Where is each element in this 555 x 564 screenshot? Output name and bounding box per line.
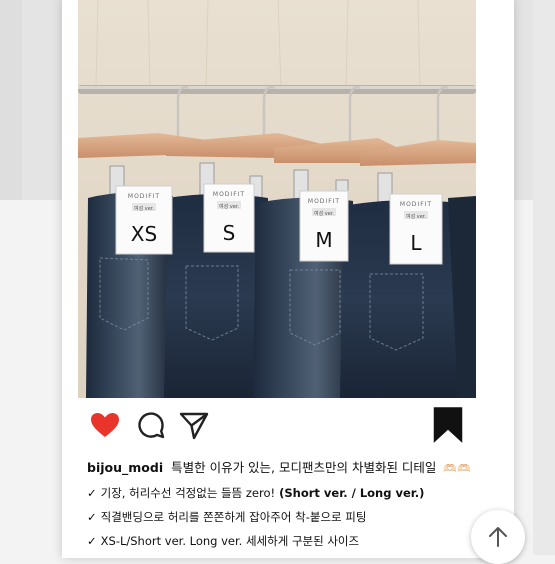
tag-brand-l: MODIFIT — [400, 201, 432, 208]
tag-variant-xs: 여성 ver. — [134, 205, 154, 212]
bookmark-icon[interactable] — [431, 406, 465, 444]
tag-size-s: S — [223, 221, 236, 245]
comment-icon[interactable] — [135, 409, 167, 441]
bullet-bold-text: (Short ver. / Long ver.) — [275, 486, 425, 500]
arrow-up-icon — [489, 527, 507, 547]
username[interactable]: bijou_modi — [87, 460, 163, 475]
bullet-line: ✓ 직결밴딩으로 허리를 쫀쫀하게 잡아주어 착-붙으로 피팅 — [87, 505, 507, 529]
scroll-top-button[interactable] — [471, 510, 525, 564]
tag-brand-s: MODIFIT — [213, 191, 245, 198]
post-card: MODIFIT 여성 ver. XS MODIFIT 여성 ver. S MOD… — [62, 0, 514, 558]
check-icon: ✓ — [87, 486, 97, 500]
tag-variant-s: 여성 ver. — [219, 203, 239, 210]
bullet-text: 직결밴딩으로 허리를 쫀쫀하게 잡아주어 착-붙으로 피팅 — [100, 510, 367, 524]
heart-icon[interactable] — [89, 409, 121, 441]
tag-brand-m: MODIFIT — [308, 198, 340, 205]
caption-emoji: 🫶🏻🫶🏻 — [443, 462, 471, 475]
bullet-text: XS-L/Short ver. Long ver. 세세하게 구분된 사이즈 — [100, 534, 360, 548]
tag-size-xs: XS — [131, 222, 157, 246]
tag-variant-l: 여성 ver. — [406, 213, 426, 220]
send-icon[interactable] — [178, 409, 210, 441]
bullet-line: ✓ 기장, 허리수선 걱정없는 들뜸 zero! (Short ver. / Lo… — [87, 481, 507, 505]
post-caption: bijou_modi 특별한 이유가 있는, 모디팬츠만의 차별화된 디테일 🫶… — [87, 456, 507, 553]
check-icon: ✓ — [87, 534, 97, 548]
post-photo: MODIFIT 여성 ver. XS MODIFIT 여성 ver. S MOD… — [78, 0, 476, 398]
caption-text: 특별한 이유가 있는, 모디팬츠만의 차별화된 디테일 — [171, 460, 437, 475]
bullet-text: 기장, 허리수선 걱정없는 들뜸 zero! — [100, 486, 276, 500]
tag-variant-m: 여성 ver. — [314, 210, 334, 217]
action-bar — [62, 401, 514, 447]
bullet-line: ✓ XS-L/Short ver. Long ver. 세세하게 구분된 사이즈 — [87, 529, 507, 553]
tag-brand-xs: MODIFIT — [128, 193, 160, 200]
background-right — [533, 0, 555, 555]
tag-size-l: L — [410, 231, 422, 255]
caption-line: bijou_modi 특별한 이유가 있는, 모디팬츠만의 차별화된 디테일 🫶… — [87, 456, 507, 481]
background-left — [0, 0, 22, 200]
tag-size-m: M — [315, 228, 332, 252]
check-icon: ✓ — [87, 510, 97, 524]
